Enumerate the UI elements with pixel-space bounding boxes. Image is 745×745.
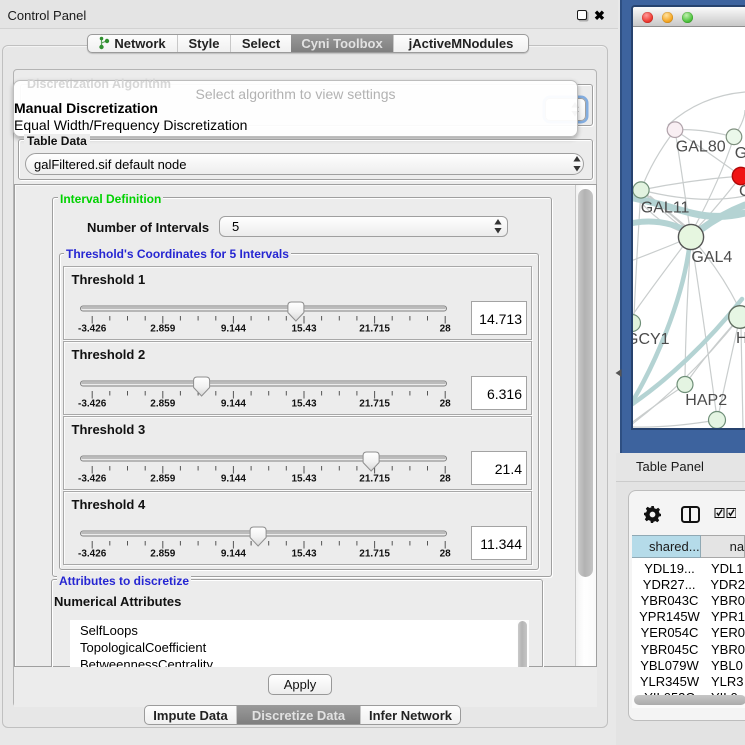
svg-text:21.715: 21.715 [359, 549, 390, 560]
svg-text:-3.426: -3.426 [78, 399, 107, 410]
svg-text:15.43: 15.43 [291, 324, 316, 335]
svg-text:15.43: 15.43 [291, 474, 316, 485]
svg-text:GAL11: GAL11 [641, 200, 690, 217]
svg-text:GCY1: GCY1 [633, 331, 670, 348]
svg-text:C: C [739, 183, 745, 200]
svg-text:28: 28 [439, 399, 451, 410]
svg-text:GAL4: GAL4 [691, 249, 732, 266]
svg-text:2.859: 2.859 [150, 474, 175, 485]
svg-text:-3.426: -3.426 [78, 549, 107, 560]
svg-text:2.859: 2.859 [150, 399, 175, 410]
svg-text:GAL80: GAL80 [676, 139, 726, 156]
svg-text:21.715: 21.715 [359, 399, 390, 410]
svg-text:9.144: 9.144 [220, 399, 245, 410]
svg-text:GA: GA [735, 145, 745, 162]
svg-text:2.859: 2.859 [150, 324, 175, 335]
svg-text:21.715: 21.715 [359, 474, 390, 485]
svg-text:2.859: 2.859 [150, 549, 175, 560]
svg-text:15.43: 15.43 [291, 399, 316, 410]
svg-text:15.43: 15.43 [291, 549, 316, 560]
svg-text:-3.426: -3.426 [78, 474, 107, 485]
svg-text:H: H [736, 330, 745, 347]
svg-text:9.144: 9.144 [220, 474, 245, 485]
svg-text:28: 28 [439, 474, 451, 485]
svg-text:9.144: 9.144 [220, 324, 245, 335]
svg-text:21.715: 21.715 [359, 324, 390, 335]
svg-text:28: 28 [439, 549, 451, 560]
svg-text:9.144: 9.144 [220, 549, 245, 560]
svg-text:-3.426: -3.426 [78, 324, 107, 335]
svg-text:28: 28 [439, 324, 451, 335]
svg-text:HAP2: HAP2 [685, 392, 727, 409]
